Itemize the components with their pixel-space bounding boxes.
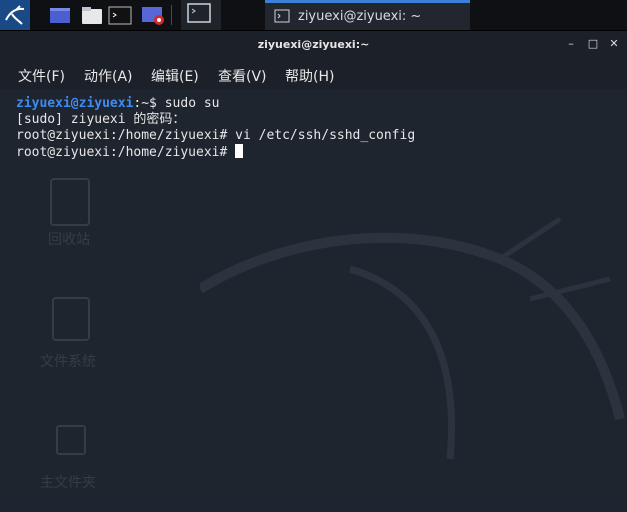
home-folder-icon: [56, 425, 86, 455]
terminal-icon: [274, 9, 290, 27]
workspace-switcher[interactable]: [181, 0, 221, 30]
menu-view[interactable]: 查看(V): [218, 66, 267, 86]
panel-separator: [171, 5, 172, 25]
task-label: ziyuexi@ziyuexi: ~: [298, 9, 422, 24]
filesystem-icon: [52, 297, 90, 341]
sudo-password-prompt: [sudo] ziyuexi 的密码：: [16, 112, 186, 127]
menu-help[interactable]: 帮助(H): [285, 66, 334, 86]
terminal-lines: ziyuexi@ziyuexi:~$ sudo su [sudo] ziyuex…: [16, 96, 415, 161]
menu-bar: 文件(F) 动作(A) 编辑(E) 查看(V) 帮助(H): [0, 59, 627, 89]
command-line-1: :~$ sudo su: [133, 96, 220, 111]
top-panel: ziyuexi@ziyuexi: ~: [0, 0, 627, 31]
command-line-3: root@ziyuexi:/home/ziyuexi# vi /etc/ssh/…: [16, 128, 416, 143]
window-titlebar[interactable]: ziyuexi@ziyuexi:~ – □ ✕: [0, 31, 627, 59]
taskbar-task-terminal[interactable]: ziyuexi@ziyuexi: ~: [265, 0, 470, 30]
close-button[interactable]: ✕: [607, 37, 621, 51]
trash-icon: [50, 178, 90, 226]
window-title: ziyuexi@ziyuexi:~: [257, 38, 370, 51]
trash-label: 回收站: [48, 232, 90, 248]
filesystem-label: 文件系统: [40, 354, 96, 370]
maximize-button[interactable]: □: [586, 37, 600, 51]
text-cursor: [235, 144, 244, 158]
prompt-user-host: ziyuexi@ziyuexi: [16, 96, 134, 111]
folder-icon[interactable]: [80, 3, 104, 27]
menu-file[interactable]: 文件(F): [18, 66, 65, 86]
home-folder-label: 主文件夹: [40, 475, 96, 491]
kali-dragon-watermark-icon: [200, 216, 625, 460]
kali-menu-icon[interactable]: [0, 0, 30, 30]
menu-edit[interactable]: 编辑(E): [151, 66, 199, 86]
terminal-icon[interactable]: [108, 3, 132, 27]
minimize-button[interactable]: –: [564, 37, 578, 51]
screen-recorder-icon[interactable]: [140, 3, 164, 27]
terminal-output[interactable]: 回收站 文件系统 主文件夹 ziyuexi@ziyuexi:~$ sudo su…: [0, 89, 627, 512]
menu-action[interactable]: 动作(A): [84, 66, 133, 86]
current-prompt: root@ziyuexi:/home/ziyuexi#: [16, 145, 236, 160]
window-icon[interactable]: [48, 3, 72, 27]
terminal-window: ziyuexi@ziyuexi:~ – □ ✕ 文件(F) 动作(A) 编辑(E…: [0, 31, 627, 512]
